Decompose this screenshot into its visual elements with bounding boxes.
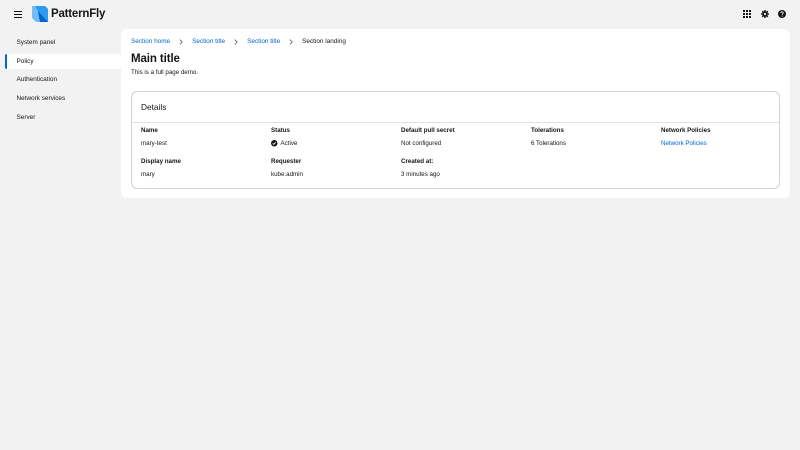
masthead-toolbar bbox=[735, 9, 788, 19]
field-value: 3 minutes ago bbox=[401, 171, 440, 178]
field-value: 6 Tolerations bbox=[531, 140, 566, 147]
apps-grid-icon[interactable] bbox=[742, 9, 752, 19]
sidebar-nav: System panel Policy Authentication Netwo… bbox=[0, 35, 121, 128]
main-content: Section home Section title Section title… bbox=[121, 29, 790, 198]
field-requester: Requester kube:admin bbox=[271, 158, 303, 178]
gear-icon[interactable] bbox=[760, 9, 770, 19]
brand-name: PatternFly bbox=[51, 8, 106, 20]
sidebar-item-network-services[interactable]: Network services bbox=[0, 91, 120, 106]
help-icon[interactable] bbox=[777, 9, 787, 19]
status-value: Active bbox=[271, 140, 297, 147]
network-policies-link[interactable]: Network Policies bbox=[661, 140, 711, 147]
card-divider bbox=[132, 122, 779, 123]
field-value: kube:admin bbox=[271, 171, 303, 178]
breadcrumb-link-section-title[interactable]: Section title bbox=[192, 38, 225, 45]
chevron-right-icon bbox=[234, 38, 238, 45]
field-label: Tolerations bbox=[531, 127, 564, 134]
field-value: Not configured bbox=[401, 140, 442, 147]
breadcrumb-current: Section landing bbox=[302, 38, 346, 45]
field-label: Name bbox=[141, 127, 158, 134]
field-label: Status bbox=[271, 127, 290, 134]
status-text: Active bbox=[280, 140, 298, 147]
breadcrumb-link-section-home[interactable]: Section home bbox=[131, 38, 170, 45]
field-label: Network Policies bbox=[661, 127, 711, 134]
field-created-at: Created at: 3 minutes ago bbox=[401, 158, 440, 178]
field-display-name: Display name mary bbox=[141, 158, 181, 178]
field-status: Status Active bbox=[271, 127, 297, 147]
patternfly-logo-icon bbox=[32, 6, 48, 22]
sidebar-item-policy[interactable]: Policy bbox=[5, 53, 121, 69]
brand-logo[interactable]: PatternFly bbox=[32, 6, 105, 22]
sidebar-item-server[interactable]: Server bbox=[0, 110, 120, 125]
details-card: Details Name mary-test Status Active Def… bbox=[131, 91, 780, 189]
page-description: This is a full page demo. bbox=[131, 69, 199, 76]
field-label: Created at: bbox=[401, 158, 434, 165]
field-tolerations: Tolerations 6 Tolerations bbox=[531, 127, 566, 147]
field-value: mary bbox=[141, 171, 155, 178]
chevron-right-icon bbox=[289, 38, 294, 45]
breadcrumb-link-section-title-2[interactable]: Section title bbox=[247, 38, 280, 45]
breadcrumb: Section home Section title Section title… bbox=[131, 38, 346, 45]
sidebar-item-system-panel[interactable]: System panel bbox=[0, 35, 120, 50]
details-card-title: Details bbox=[141, 102, 167, 112]
sidebar-item-authentication[interactable]: Authentication bbox=[0, 72, 120, 87]
field-label: Requester bbox=[271, 158, 302, 165]
chevron-right-icon bbox=[179, 38, 183, 45]
field-name: Name mary-test bbox=[141, 127, 167, 147]
field-value: mary-test bbox=[141, 140, 167, 147]
page-title: Main title bbox=[131, 53, 180, 65]
masthead: PatternFly bbox=[0, 0, 800, 29]
hamburger-menu-icon[interactable] bbox=[14, 11, 22, 19]
field-label: Display name bbox=[141, 158, 181, 165]
check-circle-icon bbox=[271, 140, 278, 147]
field-default-pull-secret: Default pull secret Not configured bbox=[401, 127, 455, 147]
field-network-policies: Network Policies Network Policies bbox=[661, 127, 711, 147]
field-label: Default pull secret bbox=[401, 127, 455, 134]
